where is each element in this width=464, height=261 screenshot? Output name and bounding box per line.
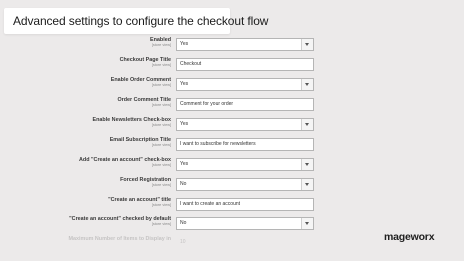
banner-title: Advanced settings to configure the check… bbox=[13, 14, 269, 28]
select-value: No bbox=[180, 220, 187, 226]
enable-newsletters-select[interactable]: Yes bbox=[176, 118, 314, 131]
chevron-down-icon bbox=[301, 179, 313, 190]
input-value: Checkout bbox=[180, 61, 202, 67]
enabled-select[interactable]: Yes bbox=[176, 38, 314, 51]
select-value: Yes bbox=[180, 81, 189, 87]
scope-label: [store view] bbox=[151, 203, 171, 208]
create-account-checkbox-select[interactable]: Yes bbox=[176, 158, 314, 171]
setting-label: Maximum Number of Items to Display in bbox=[68, 236, 171, 242]
enable-order-comment-select[interactable]: Yes bbox=[176, 78, 314, 91]
setting-row-enable-newsletters: Enable Newsletters Check-box [store view… bbox=[0, 116, 464, 135]
select-value: Yes bbox=[180, 121, 189, 127]
chevron-down-icon bbox=[301, 159, 313, 170]
scope-label: [store view] bbox=[151, 63, 171, 68]
chevron-down-icon bbox=[301, 79, 313, 90]
setting-row-enable-order-comment: Enable Order Comment [store view] Yes bbox=[0, 76, 464, 95]
setting-row-enabled: Enabled [store view] Yes bbox=[0, 36, 464, 55]
checkout-page-title-input[interactable]: Checkout bbox=[176, 58, 314, 71]
setting-row-checkout-page-title: Checkout Page Title [store view] Checkou… bbox=[0, 56, 464, 75]
input-value: 10 bbox=[180, 239, 186, 245]
max-items-input[interactable]: 10 bbox=[176, 236, 314, 249]
scope-label: [store view] bbox=[151, 143, 171, 148]
scope-label: [store view] bbox=[151, 103, 171, 108]
setting-row-order-comment-title: Order Comment Title [store view] Comment… bbox=[0, 96, 464, 115]
setting-row-email-subscription-title: Email Subscription Title [store view] I … bbox=[0, 136, 464, 155]
email-subscription-title-input[interactable]: I want to subscribe for newsletters bbox=[176, 138, 314, 151]
select-value: Yes bbox=[180, 161, 189, 167]
scope-label: [store view] bbox=[151, 123, 171, 128]
mageworx-logo: mageworx bbox=[384, 231, 435, 243]
scope-label: [store view] bbox=[151, 222, 171, 227]
input-value: Comment for your order bbox=[180, 101, 234, 107]
chevron-down-icon bbox=[301, 39, 313, 50]
setting-row-forced-registration: Forced Registration [store view] No bbox=[0, 176, 464, 195]
input-value: I want to subscribe for newsletters bbox=[180, 141, 256, 147]
select-value: No bbox=[180, 181, 187, 187]
setting-row-create-account-checkbox: Add "Create an account" check-box [store… bbox=[0, 156, 464, 175]
chevron-down-icon bbox=[301, 119, 313, 130]
create-account-title-input[interactable]: I want to create an account bbox=[176, 198, 314, 211]
chevron-down-icon bbox=[301, 218, 313, 229]
order-comment-title-input[interactable]: Comment for your order bbox=[176, 98, 314, 111]
scope-label: [store view] bbox=[151, 163, 171, 168]
select-value: Yes bbox=[180, 41, 189, 47]
scope-label: [store view] bbox=[151, 183, 171, 188]
scope-label: [store view] bbox=[151, 43, 171, 48]
setting-row-create-account-title: "Create an account" title [store view] I… bbox=[0, 196, 464, 215]
forced-registration-select[interactable]: No bbox=[176, 178, 314, 191]
create-account-checked-default-select[interactable]: No bbox=[176, 217, 314, 230]
title-banner: Advanced settings to configure the check… bbox=[4, 8, 268, 34]
input-value: I want to create an account bbox=[180, 201, 241, 207]
scope-label: [store view] bbox=[151, 83, 171, 88]
